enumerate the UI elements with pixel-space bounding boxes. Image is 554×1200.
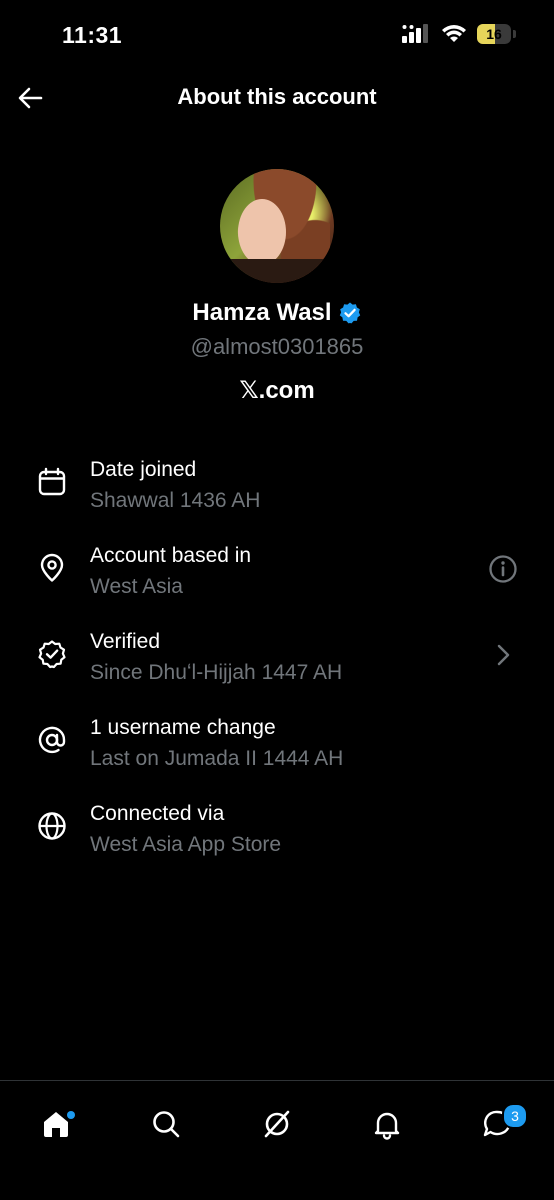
avatar-face [238, 199, 286, 265]
globe-icon [38, 812, 66, 840]
battery-indicator: 16 [477, 24, 511, 44]
x-logo-icon: 𝕏 [239, 376, 259, 404]
site-link[interactable]: 𝕏.com [0, 376, 554, 405]
info-title: Account based in [90, 544, 252, 567]
info-row-verified[interactable]: Verified Since Dhuʻl-Hijjah 1447 AH [0, 620, 554, 690]
info-row-icon [36, 552, 68, 584]
battery-tip [513, 30, 516, 38]
messages-badge: 3 [502, 1103, 528, 1129]
calendar-icon [38, 467, 66, 496]
info-row-account-based-in: Account based in West Asia [0, 534, 554, 604]
info-title: 1 username change [90, 716, 276, 739]
verified-badge-icon [38, 640, 66, 669]
info-row-username-change: 1 username change Last on Jumada II 1444… [0, 706, 554, 776]
verified-details-button[interactable] [488, 640, 518, 670]
info-title: Verified [90, 630, 161, 653]
info-subtitle: Shawwal 1436 AH [90, 489, 261, 512]
page-title: About this account [177, 84, 377, 109]
handle: @almost0301865 [190, 334, 364, 359]
info-icon [489, 555, 517, 583]
info-title: Date joined [90, 458, 197, 481]
status-bar: 11:31 16 [0, 0, 554, 72]
info-subtitle: Since Dhuʻl-Hijjah 1447 AH [90, 661, 343, 684]
info-subtitle: Last on Jumada II 1444 AH [90, 747, 344, 770]
avatar[interactable] [220, 169, 334, 283]
info-title: Connected via [90, 802, 225, 825]
info-row-date-joined: Date joined Shawwal 1436 AH [0, 448, 554, 518]
nav-grok[interactable] [252, 1099, 302, 1149]
info-subtitle: West Asia App Store [90, 833, 282, 856]
info-row-connected-via: Connected via West Asia App Store [0, 792, 554, 862]
status-time: 11:31 [62, 22, 123, 48]
info-row-icon [36, 810, 68, 842]
bell-icon [374, 1112, 400, 1140]
bottom-nav: 3 [0, 1080, 554, 1200]
battery-level: 16 [486, 26, 502, 42]
chevron-right-icon [497, 644, 510, 666]
nav-messages[interactable]: 3 [472, 1099, 528, 1149]
wifi-icon [442, 25, 466, 42]
avatar-shirt [220, 259, 334, 283]
cellular-signal-icon [402, 24, 428, 43]
status-indicators: 16 [401, 24, 516, 44]
info-row-icon [36, 466, 68, 498]
header: About this account [0, 72, 554, 126]
name-row: Hamza Wasl [0, 299, 554, 327]
verified-checkmark-icon [339, 302, 360, 324]
search-icon [153, 1111, 180, 1138]
info-row-icon [36, 724, 68, 756]
nav-notifications[interactable] [362, 1099, 412, 1149]
grok-icon [264, 1110, 290, 1138]
location-pin-icon [40, 553, 64, 582]
at-sign-icon [38, 726, 66, 754]
info-button[interactable] [488, 554, 518, 584]
nav-home[interactable] [31, 1099, 81, 1149]
nav-search[interactable] [141, 1099, 191, 1149]
info-subtitle: West Asia [90, 575, 183, 598]
home-notification-dot [67, 1111, 75, 1119]
info-row-icon [36, 638, 68, 670]
display-name: Hamza Wasl [192, 299, 332, 326]
site-link-label: .com [258, 377, 315, 404]
